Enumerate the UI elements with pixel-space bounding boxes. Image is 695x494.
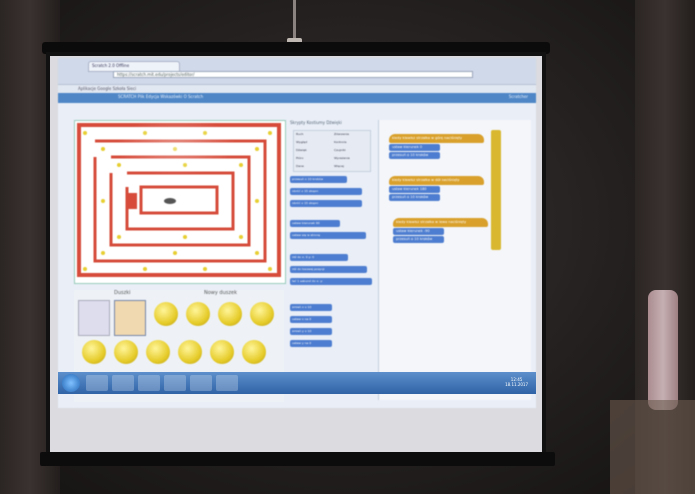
category-item[interactable]: Wyrażenia [334, 156, 364, 160]
coin-sprite-thumbnail[interactable] [250, 302, 274, 326]
coin-sprite-thumbnail[interactable] [154, 302, 178, 326]
event-hat-block[interactable]: kiedy klawisz strzałka w górę naciśnięty [389, 134, 484, 143]
taskbar-clock[interactable]: 12:45 18.11.2017 [505, 377, 528, 387]
bookmarks-bar[interactable]: Aplikacje Google Szkoła Sieci [58, 85, 536, 93]
motion-block[interactable]: przesuń o 10 kroków [389, 194, 440, 201]
photo-scene: Scratch 2.0 Offline https://scratch.mit.… [0, 0, 695, 494]
projector-glare [116, 116, 236, 176]
palette-block[interactable]: ustaw y na 0 [290, 340, 332, 347]
clock-date: 18.11.2017 [505, 382, 528, 387]
start-button-icon[interactable] [62, 374, 80, 392]
palette-block[interactable]: leć 1 sekund do x: y: [290, 278, 372, 285]
new-sprite-label[interactable]: Nowy duszek [204, 290, 237, 296]
motion-block[interactable]: ustaw kierunek 180 [389, 186, 440, 193]
coin-sprite-thumbnail[interactable] [242, 340, 266, 364]
category-item[interactable]: Pióro [296, 156, 326, 160]
palette-block[interactable]: zmień y o 10 [290, 328, 332, 335]
pink-object [648, 290, 678, 410]
projector-screen-bottom-bar [40, 452, 555, 466]
palette-block[interactable]: ustaw kierunek 90 [290, 220, 340, 227]
sprites-title: Duszki [114, 290, 131, 296]
scripts-area[interactable]: kiedy klawisz strzałka w górę naciśnięty… [378, 120, 531, 400]
windows-taskbar: 12:45 18.11.2017 [58, 372, 536, 394]
palette-block[interactable]: przesuń o 10 kroków [290, 176, 347, 183]
motion-block[interactable]: ustaw kierunek 0 [389, 144, 440, 151]
taskbar-app-icon[interactable] [86, 375, 108, 391]
coin-sprite-thumbnail[interactable] [178, 340, 202, 364]
browser-tab-title: Scratch 2.0 Offline [92, 63, 130, 68]
partial-script-block[interactable] [491, 130, 501, 250]
editor-tabs[interactable]: Skrypty Kostiumy Dźwięki [290, 120, 370, 130]
motion-block[interactable]: ustaw kierunek -90 [393, 228, 444, 235]
palette-block[interactable]: ustaw się w stronę [290, 232, 366, 239]
category-item[interactable]: Czujniki [334, 148, 364, 152]
palette-block[interactable]: zmień x o 10 [290, 304, 332, 311]
category-item[interactable]: Ruch [296, 132, 326, 136]
motion-block[interactable]: przesuń o 10 kroków [389, 152, 440, 159]
coin-sprite-thumbnail[interactable] [82, 340, 106, 364]
browser-chrome: Scratch 2.0 Offline https://scratch.mit.… [58, 58, 536, 85]
coin-sprite-thumbnail[interactable] [210, 340, 234, 364]
palette-block[interactable]: obróć o 15 stopni [290, 188, 362, 195]
taskbar-app-icon[interactable] [138, 375, 160, 391]
event-hat-block[interactable]: kiedy klawisz strzałka w lewo naciśnięty [393, 218, 488, 227]
category-item[interactable]: Kontrola [334, 140, 364, 144]
scratch-menubar: SCRATCH Plik Edycja Wskazówki O Scratch … [58, 93, 536, 103]
projected-desktop: Scratch 2.0 Offline https://scratch.mit.… [58, 58, 536, 408]
category-item[interactable]: Więcej [334, 164, 364, 168]
coin-sprite-thumbnail[interactable] [218, 302, 242, 326]
menu-items[interactable]: SCRATCH Plik Edycja Wskazówki O Scratch [118, 94, 203, 99]
taskbar-app-icon[interactable] [112, 375, 134, 391]
maze-sprite-thumbnail[interactable] [114, 300, 146, 336]
category-item[interactable]: Wygląd [296, 140, 326, 144]
user-name[interactable]: Scratcher [509, 94, 528, 99]
event-hat-block[interactable]: kiedy klawisz strzałka w dół naciśnięty [389, 176, 484, 185]
palette-block[interactable]: ustaw x na 0 [290, 316, 332, 323]
taskbar-app-icon[interactable] [216, 375, 238, 391]
block-categories: Ruch Wygląd Dźwięk Pióro Dane Zdarzenia … [293, 130, 371, 172]
category-item[interactable]: Dźwięk [296, 148, 326, 152]
coin-sprite-thumbnail[interactable] [146, 340, 170, 364]
player-sprite [164, 198, 176, 204]
category-item[interactable]: Zdarzenia [334, 132, 364, 136]
taskbar-app-icon[interactable] [164, 375, 186, 391]
stage-thumbnail[interactable] [78, 300, 110, 336]
category-item[interactable]: Dane [296, 164, 326, 168]
coin-sprite-thumbnail[interactable] [186, 302, 210, 326]
palette-block[interactable]: idź do losowej pozycji [290, 266, 367, 273]
chrome-taskbar-icon[interactable] [190, 375, 212, 391]
palette-block[interactable]: idź do x: 0 y: 0 [290, 254, 348, 261]
coin-sprite-thumbnail[interactable] [114, 340, 138, 364]
palette-block[interactable]: obróć o 15 stopni [290, 200, 362, 207]
address-bar[interactable]: https://scratch.mit.edu/projects/editor/ [113, 71, 473, 78]
motion-block[interactable]: przesuń o 10 kroków [393, 236, 444, 243]
foreground-object [610, 400, 695, 494]
